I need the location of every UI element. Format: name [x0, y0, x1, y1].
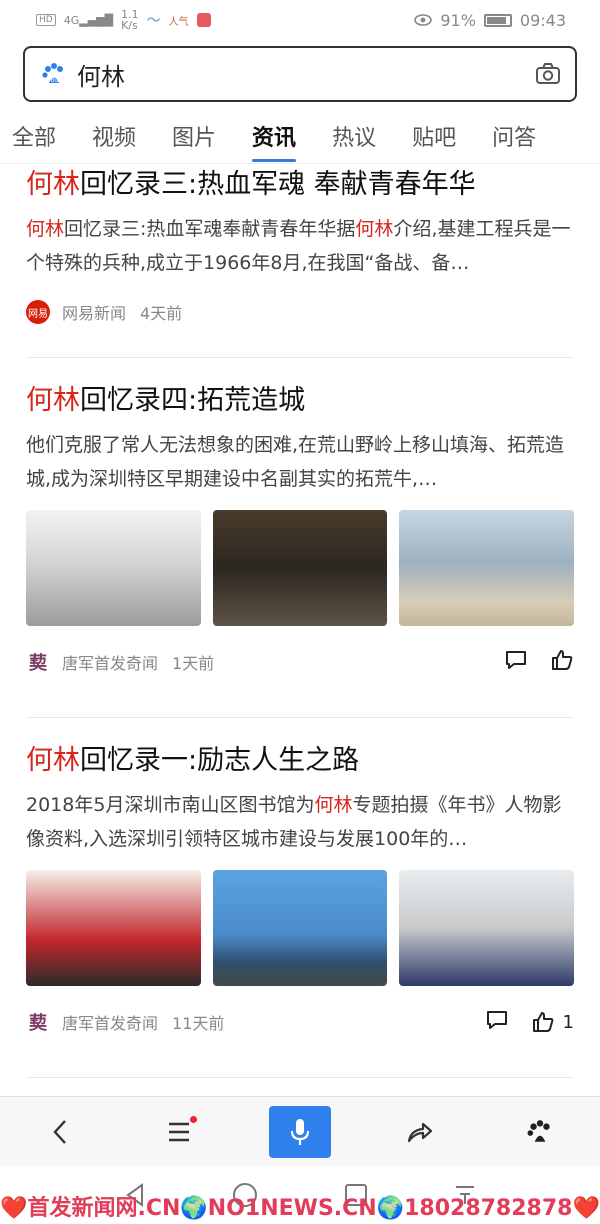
tab-discussion[interactable]: 热议 — [332, 112, 376, 160]
tab-images[interactable]: 图片 — [172, 112, 216, 160]
news-article[interactable]: 何林回忆录三:热血军魂 奉献青春年华 何林回忆录三:热血军魂奉献青春年华据何林介… — [26, 164, 574, 358]
battery-icon — [483, 13, 512, 27]
comment-icon[interactable] — [504, 649, 528, 676]
clock: 09:43 — [519, 10, 566, 30]
network-speed: 1.1 K/s — [121, 8, 139, 32]
article-time: 4天前 — [140, 304, 183, 323]
article-title[interactable]: 何林回忆录四:拓荒造城 — [26, 382, 574, 420]
status-left: HD 4G▂▄▆█ 1.1 K/s 〜 人气 — [36, 9, 211, 31]
title-text: 回忆录四:拓荒造城 — [80, 385, 306, 416]
article-source[interactable]: 唐军首发奇闻 — [62, 650, 158, 674]
share-button[interactable] — [389, 1106, 451, 1158]
article-title[interactable]: 何林回忆录一:励志人生之路 — [26, 742, 574, 780]
article-meta: 网易 网易新闻 4天前 — [26, 290, 574, 334]
tab-tieba[interactable]: 贴吧 — [412, 112, 456, 160]
desc-highlight: 何林 — [26, 218, 65, 240]
article-summary: 何林回忆录三:热血军魂奉献青春年华据何林介绍,基建工程兵是一个特殊的兵种,成立于… — [26, 212, 574, 280]
article-summary: 2018年5月深圳市南山区图书馆为何林专题拍摄《年书》人物影像资料,入选深圳引领… — [26, 788, 574, 856]
title-highlight: 何林 — [26, 169, 80, 200]
news-article[interactable]: 何林回忆录四:拓荒造城 他们克服了常人无法想象的困难,在荒山野岭上移山填海、拓荒… — [26, 358, 575, 718]
thumbnail-image[interactable] — [399, 870, 575, 986]
desc-text: 回忆录三:热血军魂奉献青春年华据 — [64, 218, 356, 240]
desc-text: 2018年5月深圳市南山区图书馆为 — [26, 794, 315, 816]
article-meta: 葜 唐军首发奇闻 1天前 — [26, 640, 574, 684]
baidu-paw-icon: du — [41, 61, 67, 87]
app-notification-icon — [196, 13, 211, 27]
article-time: 1天前 — [172, 654, 215, 673]
title-text: 回忆录一:励志人生之路 — [80, 745, 360, 776]
search-box[interactable]: du 何林 — [23, 46, 577, 102]
svg-text:du: du — [51, 77, 59, 84]
desc-highlight: 何林 — [355, 218, 394, 240]
news-feed: 何林回忆录三:热血军魂 奉献青春年华 何林回忆录三:热血军魂奉献青春年华据何林介… — [0, 164, 600, 1078]
voice-search-button[interactable] — [269, 1105, 331, 1158]
thumbnail-image[interactable] — [26, 870, 201, 986]
like-icon — [532, 1012, 553, 1032]
article-time: 11天前 — [172, 1014, 225, 1033]
thumbnail-row — [26, 510, 575, 626]
article-summary: 他们克服了常人无法想象的困难,在荒山野岭上移山填海、拓荒造城,成为深圳特区早期建… — [26, 434, 565, 490]
source-avatar: 葜 — [26, 650, 50, 674]
chevron-left-icon — [53, 1119, 66, 1144]
share-icon — [407, 1122, 433, 1142]
thumbnail-image[interactable] — [212, 870, 388, 986]
hd-badge: HD — [36, 14, 56, 26]
notification-icon: 〜 — [146, 13, 161, 29]
status-bar: HD 4G▂▄▆█ 1.1 K/s 〜 人气 91% 09:43 — [0, 0, 600, 40]
battery-percent: 91% — [440, 10, 476, 30]
baidu-home-button[interactable] — [509, 1106, 571, 1158]
thumbnail-row — [26, 870, 575, 986]
tab-news[interactable]: 资讯 — [252, 112, 297, 162]
like-count: 1 — [562, 1011, 574, 1033]
thumbnail-image[interactable] — [399, 510, 575, 626]
notification-dot — [190, 1115, 197, 1123]
comment-icon[interactable] — [485, 1009, 509, 1036]
like-icon[interactable] — [550, 649, 574, 676]
title-text: 回忆录三:热血军魂 奉献青春年华 — [80, 169, 476, 200]
notification-icon-2: 人气 — [168, 16, 189, 28]
category-tabs: 全部 视频 图片 资讯 热议 贴吧 问答 — [0, 108, 600, 164]
like-button[interactable]: 1 — [531, 1011, 574, 1033]
article-title[interactable]: 何林回忆录三:热血军魂 奉献青春年华 — [26, 166, 574, 204]
source-avatar: 葜 — [26, 1010, 50, 1034]
title-highlight: 何林 — [26, 385, 80, 416]
back-button[interactable] — [29, 1106, 91, 1158]
article-actions: 1 — [485, 1009, 574, 1036]
camera-icon[interactable] — [535, 61, 561, 87]
desc-highlight: 何林 — [314, 794, 353, 816]
tab-video[interactable]: 视频 — [92, 112, 136, 160]
microphone-icon — [290, 1118, 310, 1145]
signal-icon: 4G▂▄▆█ — [63, 13, 114, 27]
article-meta: 葜 唐军首发奇闻 11天前 1 — [26, 1000, 574, 1044]
thumbnail-image[interactable] — [212, 510, 388, 626]
menu-icon — [169, 1122, 189, 1141]
netease-logo-icon: 网易 — [26, 300, 50, 324]
title-highlight: 何林 — [26, 745, 80, 776]
eye-icon — [414, 11, 433, 30]
signal-label: 4G — [63, 13, 80, 27]
news-article[interactable]: 何林回忆录一:励志人生之路 2018年5月深圳市南山区图书馆为何林专题拍摄《年书… — [26, 718, 575, 1078]
tab-all[interactable]: 全部 — [12, 112, 56, 160]
bottom-toolbar — [0, 1096, 600, 1166]
tab-qa[interactable]: 问答 — [492, 112, 536, 160]
watermark: ❤️首发新闻网.CN🌍NO1NEWS.CN🌍18028782878❤️ — [0, 1196, 600, 1221]
baidu-paw-icon — [527, 1119, 550, 1142]
thumbnail-image[interactable] — [26, 510, 201, 626]
status-right: 91% 09:43 — [414, 11, 566, 30]
article-actions — [504, 649, 574, 676]
menu-button[interactable] — [149, 1106, 211, 1158]
article-source[interactable]: 网易新闻 — [62, 300, 126, 324]
search-input[interactable]: 何林 — [77, 57, 535, 92]
article-source[interactable]: 唐军首发奇闻 — [62, 1010, 158, 1034]
